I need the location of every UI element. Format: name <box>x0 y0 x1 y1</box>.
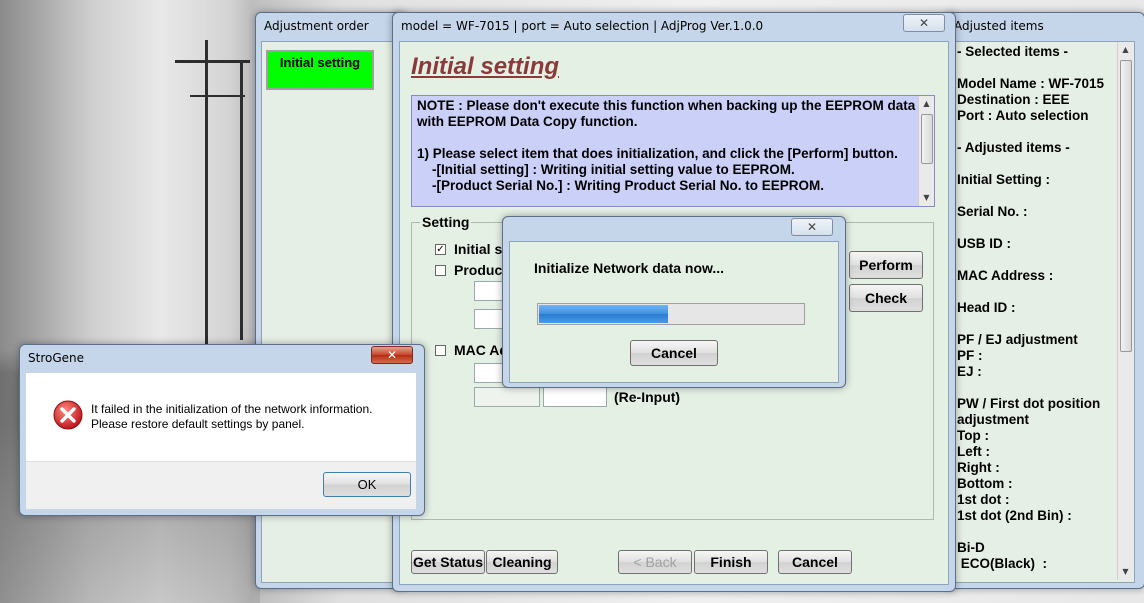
product-serial-checkbox[interactable] <box>435 265 446 276</box>
perform-button[interactable]: Perform <box>849 251 923 279</box>
mac-field-2[interactable] <box>474 387 540 407</box>
adjusted-item-line: Serial No. : <box>957 204 1028 219</box>
adjusted-item-line: adjustment <box>957 412 1030 427</box>
adjusted-item-line <box>957 252 1117 268</box>
progress-bar-fill <box>539 305 668 323</box>
note-line: NOTE : Please don't execute this functio… <box>417 98 916 113</box>
adjustment-order-item-initial-setting[interactable]: Initial setting <box>266 50 374 90</box>
product-serial-label: Product <box>454 262 507 278</box>
progress-bar <box>537 303 805 325</box>
note-box: NOTE : Please don't execute this functio… <box>411 95 935 207</box>
error-icon <box>53 400 83 430</box>
adjusted-item-line: USB ID : <box>957 236 1011 251</box>
adjusted-items-window: Adjusted items - Selected items - Model N… <box>945 12 1144 589</box>
adjusted-item-line: Head ID : <box>957 300 1016 315</box>
adjusted-item-line: 1st dot : <box>957 492 1010 507</box>
adjusted-item-line: Bottom : <box>957 476 1013 491</box>
adjusted-items-panel: - Selected items - Model Name : WF-7015 De… <box>951 41 1135 583</box>
adjusted-item-line <box>957 524 1117 540</box>
scroll-down-icon[interactable]: ▼ <box>919 190 934 206</box>
note-line: -[Product Serial No.] : Writing Product … <box>417 178 825 193</box>
progress-dialog: ✕ Initialize Network data now... Cancel <box>502 216 846 388</box>
adjusted-item-line: Model Name : WF-7015 <box>957 76 1105 91</box>
close-icon: ✕ <box>386 348 398 362</box>
adjusted-item-line <box>957 380 1117 396</box>
scroll-up-icon[interactable]: ▲ <box>919 96 934 112</box>
adjusted-item-line: ECO(Black) : <box>957 556 1048 571</box>
mac-reinput-field[interactable] <box>543 387 607 407</box>
cleaning-button[interactable]: Cleaning <box>486 550 558 574</box>
adjusted-item-line: EJ : <box>957 364 982 379</box>
adjusted-item-line: PW / First dot position <box>957 396 1101 411</box>
adjusted-item-line <box>957 156 1117 172</box>
error-body: It failed in the initialization of the n… <box>26 373 416 461</box>
adjusted-item-line: - Adjusted items - <box>957 140 1070 155</box>
adjusted-item-line: Top : <box>957 428 989 443</box>
main-close-button[interactable]: ✕ <box>903 14 945 32</box>
initial-setting-checkbox[interactable]: ✓ <box>435 244 446 255</box>
scroll-up-icon[interactable]: ▲ <box>1118 42 1133 58</box>
mac-address-label: MAC Ad <box>454 342 508 358</box>
adjusted-item-line <box>957 284 1117 300</box>
main-window-title: model = WF-7015 | port = Auto selection … <box>401 19 764 33</box>
adjusted-item-line: - Selected items - <box>957 44 1069 59</box>
progress-cancel-button[interactable]: Cancel <box>630 340 718 366</box>
adjusted-item-line: Left : <box>957 444 990 459</box>
adjusted-item-line: Initial Setting : <box>957 172 1050 187</box>
error-footer: OK <box>26 461 416 509</box>
error-dialog-title: StroGene <box>28 351 85 365</box>
check-button[interactable]: Check <box>849 284 923 312</box>
adjusted-item-line: Port : Auto selection <box>957 108 1089 123</box>
adjusted-items-list: - Selected items - Model Name : WF-7015 De… <box>957 44 1117 572</box>
note-scrollbar[interactable]: ▲ ▼ <box>918 96 934 206</box>
adjusted-item-line <box>957 188 1117 204</box>
close-icon: ✕ <box>918 16 930 30</box>
adjusted-item-line: PF : <box>957 348 983 363</box>
cancel-button[interactable]: Cancel <box>778 550 852 574</box>
note-line <box>417 130 912 146</box>
adjusted-item-line: Right : <box>957 460 1000 475</box>
reinput-label: (Re-Input) <box>614 389 681 405</box>
adjusted-items-title: Adjusted items <box>954 19 1044 33</box>
scroll-thumb[interactable] <box>921 114 933 164</box>
adjusted-item-line: Destination : EEE <box>957 92 1070 107</box>
adjusted-item-line: MAC Address : <box>957 268 1054 283</box>
close-icon: ✕ <box>806 220 818 234</box>
mac-address-checkbox[interactable] <box>435 345 446 356</box>
progress-close-button[interactable]: ✕ <box>791 218 833 236</box>
error-message-line1: It failed in the initialization of the n… <box>91 402 373 416</box>
error-close-button[interactable]: ✕ <box>371 346 413 364</box>
note-text: NOTE : Please don't execute this functio… <box>417 98 916 194</box>
progress-client: Initialize Network data now... Cancel <box>509 241 839 383</box>
progress-message: Initialize Network data now... <box>534 260 725 276</box>
ok-button[interactable]: OK <box>323 472 411 497</box>
note-line: 1) Please select item that does initiali… <box>417 146 898 161</box>
adjusted-item-line <box>957 316 1117 332</box>
note-line: -[Initial setting] : Writing initial set… <box>417 162 795 177</box>
note-line: with EEPROM Data Copy function. <box>417 114 638 129</box>
error-dialog: StroGene ✕ It failed in the initializati… <box>19 344 425 516</box>
back-button[interactable]: < Back <box>618 550 692 574</box>
setting-group-label: Setting <box>420 214 472 230</box>
adjusted-item-line <box>957 124 1117 140</box>
page-title: Initial setting <box>411 53 560 80</box>
adjustment-order-title: Adjustment order <box>264 19 369 33</box>
scroll-down-icon[interactable]: ▼ <box>1118 564 1133 580</box>
scroll-thumb[interactable] <box>1120 60 1132 352</box>
adjusted-item-line: 1st dot (2nd Bin) : <box>957 508 1072 523</box>
get-status-button[interactable]: Get Status <box>411 550 485 574</box>
finish-button[interactable]: Finish <box>694 550 768 574</box>
adjusted-item-line: PF / EJ adjustment <box>957 332 1078 347</box>
adjusted-item-line <box>957 60 1117 76</box>
error-message-line2: Please restore default settings by panel… <box>91 417 305 431</box>
adjusted-item-line <box>957 220 1117 236</box>
adjusted-item-line: Bi-D <box>957 540 985 555</box>
adjusted-items-scrollbar[interactable]: ▲ ▼ <box>1117 42 1133 580</box>
